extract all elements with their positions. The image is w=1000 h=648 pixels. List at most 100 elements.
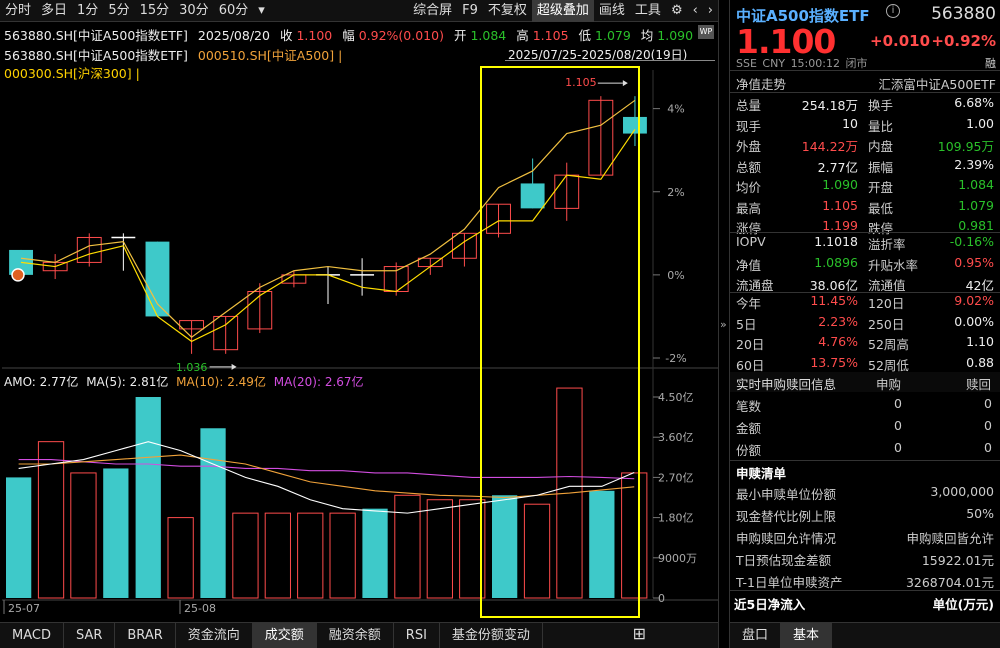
realtime-buy: 0 [894, 418, 902, 433]
expand-icon[interactable]: » [720, 318, 727, 331]
volume-bar-up [394, 494, 421, 599]
stat-value: 13.75% [810, 354, 858, 370]
stat-row: 60日 13.75% 52周低 0.88 [730, 353, 1000, 373]
tab-fund-flow[interactable]: 资金流向 [176, 623, 253, 648]
volume-axis-label: 0 [658, 592, 665, 605]
stat-key: 振幅 [868, 159, 894, 175]
stat-row: 现手 10 量比 1.00 [730, 114, 1000, 134]
volume-axis-label: 2.70亿 [658, 471, 694, 484]
purchase-value: 申购赎回皆允许 [906, 531, 994, 546]
tab-turnover[interactable]: 成交额 [252, 623, 317, 648]
high-annotation: 1.105 [565, 76, 597, 89]
stat-key: 外盘 [736, 139, 762, 154]
stat-value: 1.0896 [814, 254, 858, 270]
realtime-key: 笔数 [736, 399, 762, 414]
stat-key: 今年 [736, 296, 762, 311]
stat-key: 60日 [736, 357, 765, 373]
purchase-value: 50% [966, 506, 994, 521]
stat-value: 0.00% [954, 313, 994, 329]
quote-panel: 中证A500指数ETF i 563880 1.100 +0.010 +0.92%… [730, 0, 1000, 648]
inflow-label: 近5日净流入 [734, 597, 806, 612]
stat-value: 0.981 [958, 218, 994, 233]
change-abs: +0.010 [870, 32, 931, 50]
stat-key: IOPV [736, 234, 766, 249]
stat-row: IOPV 1.1018 溢折率 -0.16% [730, 232, 1000, 252]
market-meta: SSE CNY 15:00:12 闭市 [736, 55, 867, 71]
add-tab-icon[interactable]: ⊞ [621, 623, 658, 648]
amo-label: AMO: 2.77亿 [4, 375, 79, 389]
hs300-line [20, 129, 636, 343]
volume-bar-up [264, 512, 291, 599]
low-annotation: 1.036 [176, 361, 208, 374]
panel-divider[interactable]: » [718, 0, 730, 648]
volume-bar-up [167, 517, 194, 599]
tab-fund-shares[interactable]: 基金份额变动 [440, 623, 543, 648]
realtime-sell: 0 [984, 418, 992, 433]
stat-value: 0.95% [954, 254, 994, 270]
stat-value: 144.22万 [801, 139, 858, 154]
stat-value: 0.88 [966, 354, 994, 370]
realtime-sell: 0 [984, 396, 992, 411]
nav-trend-link[interactable]: 净值走势 [736, 74, 786, 93]
realtime-row: 份额 0 0 [730, 438, 1000, 458]
volume-bar-up [621, 472, 648, 599]
stat-key: 最低 [868, 200, 894, 216]
nav-row[interactable]: 净值走势 汇添富中证A500ETF [730, 72, 1000, 92]
tab-brar[interactable]: BRAR [115, 623, 176, 648]
realtime-key: 份额 [736, 443, 762, 458]
fund-code: 563880 [931, 4, 996, 24]
volume-bar-up [329, 512, 356, 599]
stat-key: 250日 [868, 316, 905, 332]
stat-row: 20日 4.76% 52周高 1.10 [730, 332, 1000, 352]
margin-tag: 融 [985, 57, 996, 70]
realtime-key: 金额 [736, 421, 762, 436]
tab-rsi[interactable]: RSI [394, 623, 440, 648]
stat-value: 2.77亿 [817, 159, 858, 175]
info-icon[interactable]: i [886, 4, 900, 18]
stat-key: 5日 [736, 316, 757, 332]
stat-key: 总额 [736, 159, 762, 175]
purchase-row: T日预估现金差额 15922.01元 [730, 548, 1000, 568]
candle-down [145, 241, 170, 317]
stat-row: 总额 2.77亿 振幅 2.39% [730, 155, 1000, 175]
candlestick-chart[interactable]: 4% 2% 0% -2% 1.105 1.036 4.50亿 3.60亿 2.70亿 1.80亿 9… [0, 0, 718, 622]
purchase-value: 3268704.01元 [905, 575, 994, 590]
stat-row: 均价 1.090 开盘 1.084 [730, 175, 1000, 195]
purchase-row: 最小申赎单位份额 3,000,000 [730, 482, 1000, 502]
high-arrow-head [622, 80, 628, 87]
purchase-value: 3,000,000 [930, 484, 994, 499]
price-axis-label: 0% [667, 269, 684, 282]
stat-row: 5日 2.23% 250日 0.00% [730, 312, 1000, 332]
stat-value: 11.45% [810, 293, 858, 308]
tab-orderbook[interactable]: 盘口 [730, 623, 782, 648]
volume-bar-up [232, 512, 259, 599]
stat-key: 均价 [736, 180, 762, 195]
realtime-row: 金额 0 0 [730, 416, 1000, 436]
volume-axis-label: 9000万 [658, 552, 697, 565]
purchase-row: 申购赎回允许情况 申购赎回皆允许 [730, 526, 1000, 546]
market-status: 闭市 [845, 57, 868, 70]
volume-bar-down [6, 477, 32, 598]
stat-key: 量比 [868, 118, 894, 134]
change-pct: +0.92% [931, 32, 996, 50]
purchase-key: T日预估现金差额 [736, 553, 832, 568]
realtime-title: 实时申购赎回信息 [736, 377, 837, 392]
realtime-sell-header: 赎回 [966, 377, 992, 392]
tab-sar[interactable]: SAR [64, 623, 116, 648]
stat-value: 4.76% [818, 334, 858, 349]
tab-margin-balance[interactable]: 融资余额 [317, 623, 394, 648]
stat-key: 120日 [868, 296, 905, 311]
start-marker [11, 268, 25, 282]
stat-row: 净值 1.0896 升贴水率 0.95% [730, 253, 1000, 273]
tab-macd[interactable]: MACD [0, 623, 64, 648]
purchase-key: 现金替代比例上限 [736, 509, 837, 524]
volume-bar-up [426, 499, 453, 599]
price-axis-label: 4% [667, 103, 684, 116]
stat-key: 内盘 [868, 139, 894, 154]
chart-area[interactable]: 分时 多日 1分 5分 15分 30分 60分 ▾ 综合屏 F9 不复权 超级叠… [0, 0, 718, 648]
stat-row: 今年 11.45% 120日 9.02% [730, 291, 1000, 311]
realtime-buy-header: 申购 [876, 377, 902, 392]
purchase-row: 现金替代比例上限 50% [730, 504, 1000, 524]
stat-value: 6.68% [954, 95, 994, 110]
tab-basic[interactable]: 基本 [781, 623, 833, 648]
